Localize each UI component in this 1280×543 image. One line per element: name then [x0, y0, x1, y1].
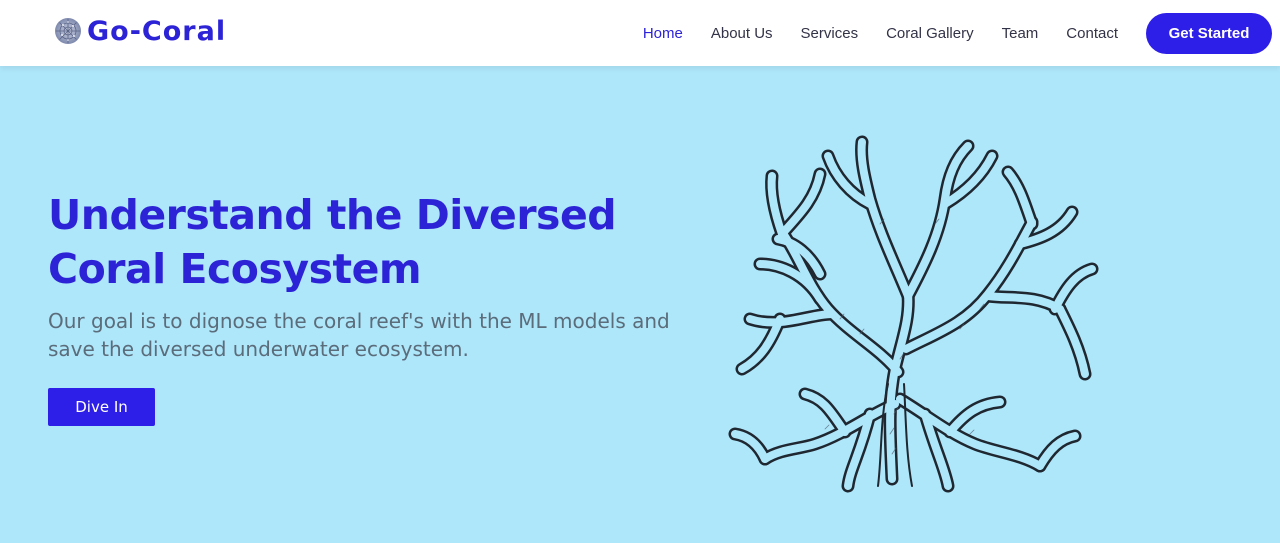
nav-item-services[interactable]: Services — [801, 25, 859, 42]
coral-logo-icon — [55, 18, 81, 44]
nav-item-team[interactable]: Team — [1002, 25, 1039, 42]
nav-item-contact[interactable]: Contact — [1066, 25, 1118, 42]
nav-item-coral-gallery[interactable]: Coral Gallery — [886, 25, 974, 42]
nav-item-home[interactable]: Home — [643, 25, 683, 42]
coral-illustration — [728, 135, 1099, 493]
hero-subtitle: Our goal is to dignose the coral reef's … — [48, 309, 670, 361]
site-header: Go-Coral Home About Us Services Coral Ga… — [0, 0, 1280, 66]
dive-in-button[interactable]: Dive In — [48, 388, 155, 426]
brand-logo[interactable]: Go-Coral — [52, 13, 226, 49]
get-started-button[interactable]: Get Started — [1146, 12, 1272, 54]
hero-title: Understand the Diversed Coral Ecosystem — [48, 188, 648, 296]
hero-title-line-1: Understand the Diversed — [48, 191, 617, 239]
main-nav: Home About Us Services Coral Gallery Tea… — [643, 0, 1272, 66]
brand-name: Go-Coral — [87, 15, 227, 47]
hero-title-line-2: Coral Ecosystem — [48, 245, 422, 293]
nav-item-about-us[interactable]: About Us — [711, 25, 773, 42]
hero-section: Understand the Diversed Coral Ecosystem … — [0, 66, 1280, 543]
